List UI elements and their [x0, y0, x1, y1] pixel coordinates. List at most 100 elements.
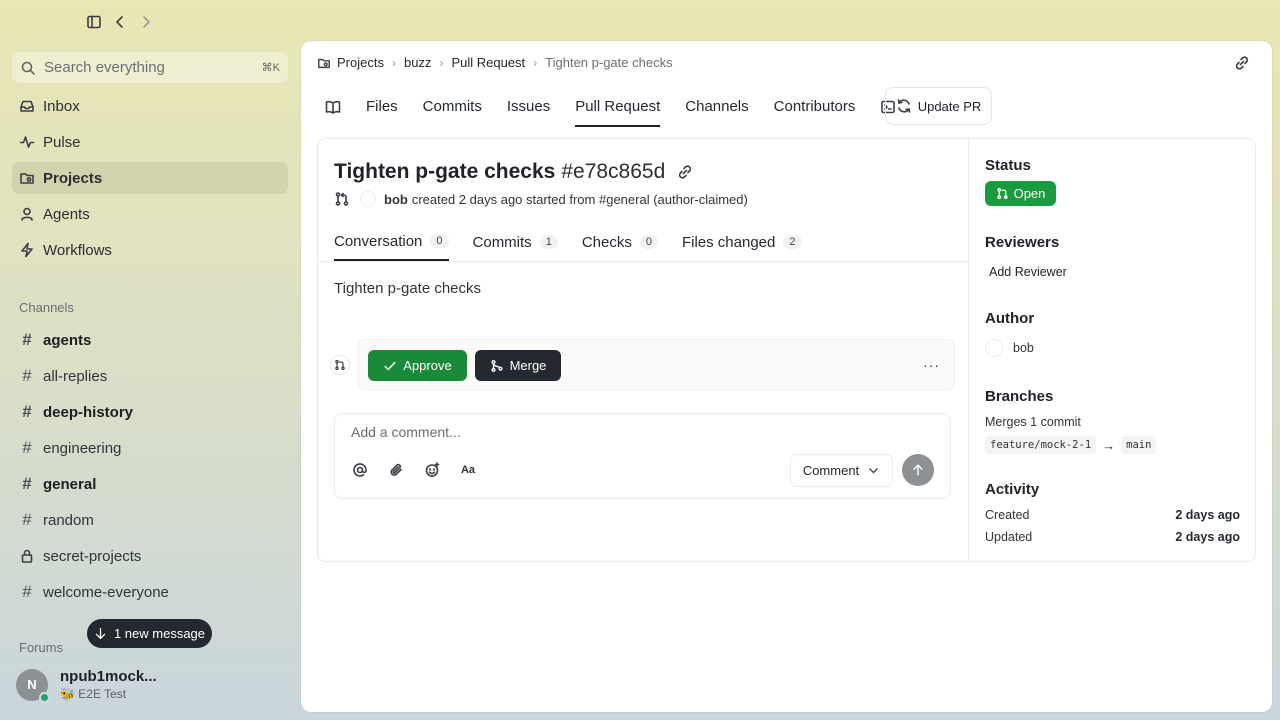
tab-channels[interactable]: Channels: [685, 96, 748, 127]
pull-request-icon: [330, 355, 350, 375]
arrow-down-icon: [95, 627, 106, 640]
channel-agents[interactable]: # agents: [12, 324, 288, 356]
hash-icon: #: [22, 330, 32, 349]
sidebar-item-workflows[interactable]: Workflows: [12, 234, 288, 266]
text-format-icon[interactable]: Aa: [459, 461, 477, 479]
channel-label: engineering: [43, 439, 122, 457]
hash-icon: #: [22, 402, 32, 421]
online-indicator: [39, 691, 50, 703]
tab-pr-commits[interactable]: Commits 1: [473, 231, 558, 261]
status-heading: Status: [985, 157, 1031, 174]
tab-commits[interactable]: Commits: [423, 96, 482, 127]
channel-welcome-everyone[interactable]: # welcome-everyone: [12, 576, 288, 608]
breadcrumb-buzz[interactable]: buzz: [404, 55, 431, 70]
inbox-icon: [20, 100, 34, 112]
copy-link-icon[interactable]: [1234, 55, 1250, 71]
channels-heading: Channels: [19, 300, 74, 315]
sidebar-item-agents[interactable]: Agents: [12, 198, 288, 230]
add-reviewer-button[interactable]: Add Reviewer: [989, 265, 1067, 279]
tab-issues[interactable]: Issues: [507, 96, 550, 127]
tab-readme[interactable]: [325, 96, 341, 127]
search-input[interactable]: [44, 59, 254, 76]
more-options-icon[interactable]: ···: [923, 357, 940, 373]
tab-files[interactable]: Files: [366, 96, 398, 127]
count-badge: 0: [430, 234, 449, 248]
comment-composer: Aa Comment: [334, 413, 951, 499]
search-icon: [21, 61, 35, 75]
tab-pull-request[interactable]: Pull Request: [575, 96, 661, 127]
breadcrumb-pull-request[interactable]: Pull Request: [451, 55, 525, 70]
channel-random[interactable]: # random: [12, 504, 288, 536]
merge-button[interactable]: Merge: [475, 350, 561, 381]
agents-icon: [21, 207, 33, 221]
channel-all-replies[interactable]: # all-replies: [12, 360, 288, 392]
update-pr-label: Update PR: [917, 98, 982, 114]
user-profile[interactable]: N npub1mock... 🐝 E2E Test: [16, 668, 157, 703]
new-message-label: 1 new message: [113, 626, 206, 641]
sidebar-item-label: Workflows: [43, 241, 112, 259]
main-panel: Projects › buzz › Pull Request › Tighten…: [301, 41, 1272, 712]
comment-input[interactable]: [351, 424, 851, 440]
count-badge: 1: [539, 235, 558, 249]
avatar: N: [16, 668, 50, 703]
pr-hash: #e78c865d: [561, 160, 666, 183]
hash-icon: #: [22, 474, 32, 493]
author-row[interactable]: bob: [985, 339, 1034, 357]
sidebar-item-label: Projects: [43, 169, 103, 187]
pr-title-text: Tighten p-gate checks: [334, 160, 556, 183]
sidebar-item-label: Inbox: [43, 97, 80, 115]
tab-conversation[interactable]: Conversation 0: [334, 231, 449, 261]
update-pr-button[interactable]: Update PR: [885, 87, 992, 125]
project-tabs: Files Commits Issues Pull Request Channe…: [325, 96, 921, 127]
forward-icon[interactable]: [138, 14, 154, 30]
channel-label: general: [43, 475, 97, 493]
search-shortcut: ⌘K: [261, 62, 280, 74]
attach-icon[interactable]: [387, 461, 405, 479]
pr-conversation-pane: Tighten p-gate checks #e78c865d bob crea…: [318, 139, 968, 561]
pr-meta: bob created 2 days ago started from #gen…: [334, 191, 748, 207]
pr-author[interactable]: bob: [384, 192, 408, 207]
sidebar-item-pulse[interactable]: Pulse: [12, 126, 288, 158]
mention-icon[interactable]: [351, 461, 369, 479]
tab-contributors[interactable]: Contributors: [774, 96, 856, 127]
channel-label: deep-history: [43, 403, 134, 421]
channel-list: # agents # all-replies # deep-history # engi…: [12, 324, 288, 612]
back-icon[interactable]: [112, 14, 128, 30]
channel-secret-projects[interactable]: secret-projects: [12, 540, 288, 572]
tab-files-changed[interactable]: Files changed 2: [682, 231, 802, 261]
refresh-icon: [897, 99, 911, 113]
arrow-right-icon: →: [1102, 437, 1116, 453]
projects-icon: [318, 58, 330, 68]
pulse-icon: [19, 136, 35, 148]
activity-heading: Activity: [985, 481, 1040, 498]
new-message-pill[interactable]: 1 new message: [87, 619, 212, 648]
send-button[interactable]: [902, 454, 934, 486]
search-bar[interactable]: ⌘K: [12, 52, 288, 83]
author-name: bob: [1013, 341, 1034, 355]
user-name: npub1mock...: [60, 668, 157, 685]
channel-engineering[interactable]: # engineering: [12, 432, 288, 464]
merges-text: Merges 1 commit: [985, 415, 1081, 429]
breadcrumb: Projects › buzz › Pull Request › Tighten…: [317, 55, 673, 70]
user-status: 🐝 E2E Test: [60, 687, 127, 701]
breadcrumb-projects[interactable]: Projects: [337, 55, 384, 70]
author-heading: Author: [985, 310, 1035, 327]
emoji-icon[interactable]: [423, 461, 441, 479]
channel-deep-history[interactable]: # deep-history: [12, 396, 288, 428]
sidebar-item-projects[interactable]: Projects: [12, 162, 288, 194]
avatar: [360, 191, 376, 207]
channel-label: random: [43, 511, 94, 529]
approve-button[interactable]: Approve: [368, 350, 467, 381]
merge-action-bar: Approve Merge ···: [358, 339, 955, 390]
sidebar-toggle-icon[interactable]: [86, 14, 102, 30]
tab-checks[interactable]: Checks 0: [582, 231, 658, 261]
pull-request-icon: [335, 192, 349, 206]
pr-subtabs: Conversation 0 Commits 1 Checks 0 Files cha…: [334, 231, 826, 261]
copy-link-icon[interactable]: [677, 164, 693, 180]
branches-heading: Branches: [985, 388, 1054, 405]
page-title: Tighten p-gate checks #e78c865d: [334, 160, 693, 184]
chevron-right-icon: ›: [533, 55, 538, 70]
channel-general[interactable]: # general: [12, 468, 288, 500]
sidebar-item-inbox[interactable]: Inbox: [12, 90, 288, 122]
comment-type-dropdown[interactable]: Comment: [790, 454, 893, 487]
